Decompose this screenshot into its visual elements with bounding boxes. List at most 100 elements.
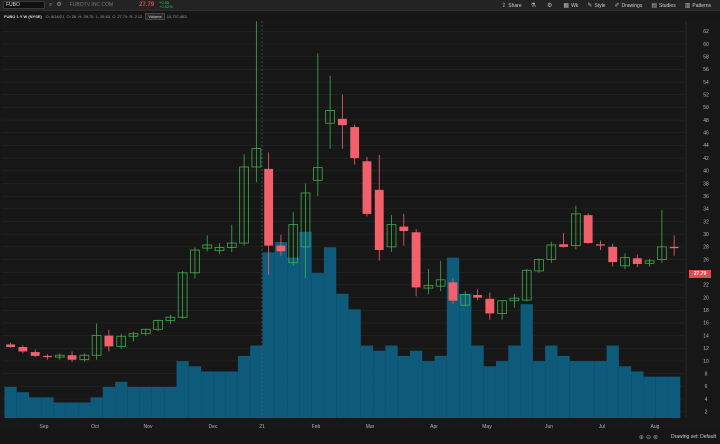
zoom-in-icon[interactable]: ⊕: [639, 435, 646, 441]
volume-bar: [348, 309, 361, 418]
y-tick-label: 20: [703, 295, 709, 301]
volume-bar: [4, 386, 17, 418]
bar-high: H: 29.75: [78, 14, 94, 19]
last-price: 27.79: [139, 2, 155, 8]
candle-down: [632, 258, 642, 264]
y-tick-label: 14: [703, 333, 709, 339]
y-tick-label: 58: [703, 54, 709, 60]
volume-bar: [557, 355, 570, 418]
calendar-icon: ▦: [563, 3, 570, 9]
y-tick-label: 38: [703, 181, 709, 187]
price-chart[interactable]: 2468101214161820222426283032343638404244…: [0, 21, 720, 430]
volume-bar: [582, 361, 595, 418]
bar-date: D: 8/16/21: [45, 14, 65, 19]
y-tick-label: 18: [703, 308, 709, 314]
patterns-icon: ▥: [684, 3, 691, 9]
drawings-button[interactable]: ✐ Drawings: [614, 2, 642, 10]
brush-icon: ✎: [587, 3, 593, 9]
volume-bar: [78, 402, 91, 418]
candle-down: [608, 246, 618, 263]
zoom-reset-icon[interactable]: ⊗: [653, 435, 660, 441]
zoom-controls[interactable]: ⊕⊖⊗: [639, 434, 660, 441]
y-tick-label: 32: [703, 219, 709, 225]
studies-button[interactable]: ▤ Studies: [651, 2, 675, 10]
y-tick-label: 56: [703, 67, 709, 73]
volume-label[interactable]: Volume: [145, 13, 165, 20]
pencil-icon: ✐: [614, 3, 620, 9]
volume-bar: [336, 293, 349, 418]
candle-down: [276, 245, 286, 252]
y-tick-label: 2: [705, 409, 708, 415]
candle-down: [583, 215, 593, 244]
y-tick-label: 40: [703, 169, 709, 175]
volume-bar: [188, 366, 202, 418]
candle-down: [559, 244, 568, 247]
volume-bar: [127, 386, 140, 418]
timeframe-button[interactable]: ▦ Wk: [563, 2, 578, 10]
y-tick-label: 52: [703, 93, 709, 99]
bar-close: C: 27.79: [112, 14, 128, 19]
candle-down: [67, 355, 77, 360]
patterns-button[interactable]: ▥ Patterns: [684, 2, 711, 10]
candle-down: [337, 118, 347, 126]
y-tick-label: 4: [705, 397, 708, 403]
volume-bar: [483, 366, 496, 418]
settings-icon[interactable]: ⚙: [56, 1, 61, 9]
style-button[interactable]: ✎ Style: [587, 2, 605, 10]
bar-range: R: 2.12: [129, 14, 143, 19]
volume-bar: [274, 242, 288, 418]
y-tick-label: 44: [703, 143, 709, 149]
volume-bar: [323, 247, 337, 418]
candle-down: [485, 298, 495, 314]
y-tick-label: 26: [703, 257, 709, 263]
drawing-set-status[interactable]: Drawing set: Default: [671, 434, 716, 440]
volume-bar: [373, 350, 386, 418]
share-icon: ⇪: [501, 3, 507, 9]
volume-bar: [287, 257, 300, 418]
candle-down: [374, 189, 384, 251]
volume-bar: [631, 371, 644, 418]
top-toolbar: FUBO ⌕ ⚙ FUBOTV INC COM 27.79 +0.55 +2.0…: [0, 0, 720, 11]
y-tick-label: 46: [703, 131, 709, 137]
symbol-input[interactable]: FUBO: [3, 1, 45, 9]
search-icon[interactable]: ⌕: [49, 1, 52, 9]
volume-bar: [520, 304, 533, 418]
volume-bar: [422, 361, 435, 418]
zoom-out-icon[interactable]: ⊖: [646, 435, 653, 441]
volume-bar: [41, 397, 54, 418]
flask-button[interactable]: ⚗: [531, 2, 538, 9]
candle-down: [411, 232, 421, 288]
candle-down: [104, 335, 114, 347]
y-tick-label: 42: [703, 156, 709, 162]
volume-bar: [237, 355, 251, 418]
y-tick-label: 8: [705, 371, 708, 377]
ohlc-info-line: FUBO 1 Y W (NYSE) D: 8/16/21 O: 28 H: 29…: [4, 12, 188, 21]
y-tick-label: 54: [703, 80, 709, 86]
y-tick-label: 22: [703, 283, 709, 289]
candle-down: [264, 168, 274, 246]
gear-button[interactable]: ⚙: [547, 2, 554, 9]
volume-bar: [65, 402, 79, 418]
last-price-tag: 27.79: [689, 270, 711, 278]
candle-down: [30, 352, 40, 356]
candle-down: [669, 246, 679, 249]
volume-bar: [90, 397, 103, 418]
price-change: +0.55 +2.02%: [159, 1, 173, 9]
volume-bar: [508, 345, 521, 418]
candle-down: [362, 161, 372, 214]
candle-down: [473, 295, 482, 298]
volume-bar: [115, 381, 128, 418]
volume-bar: [409, 350, 423, 418]
volume-bar: [164, 386, 177, 418]
candle-down: [43, 355, 52, 358]
volume-bar: [201, 371, 214, 418]
volume-bar: [397, 355, 410, 418]
y-tick-label: 48: [703, 118, 709, 124]
volume-bar: [225, 371, 238, 418]
volume-bar: [262, 252, 275, 418]
volume-bar: [250, 345, 263, 418]
volume-bar: [139, 386, 152, 418]
share-button[interactable]: ⇪ Share: [501, 2, 521, 10]
toolbar-actions: ⇪ Share ⚗ ⚙ ▦ Wk ✎ Style ✐ Drawings ▤ Studies…: [501, 0, 720, 11]
volume-bar: [102, 386, 116, 418]
